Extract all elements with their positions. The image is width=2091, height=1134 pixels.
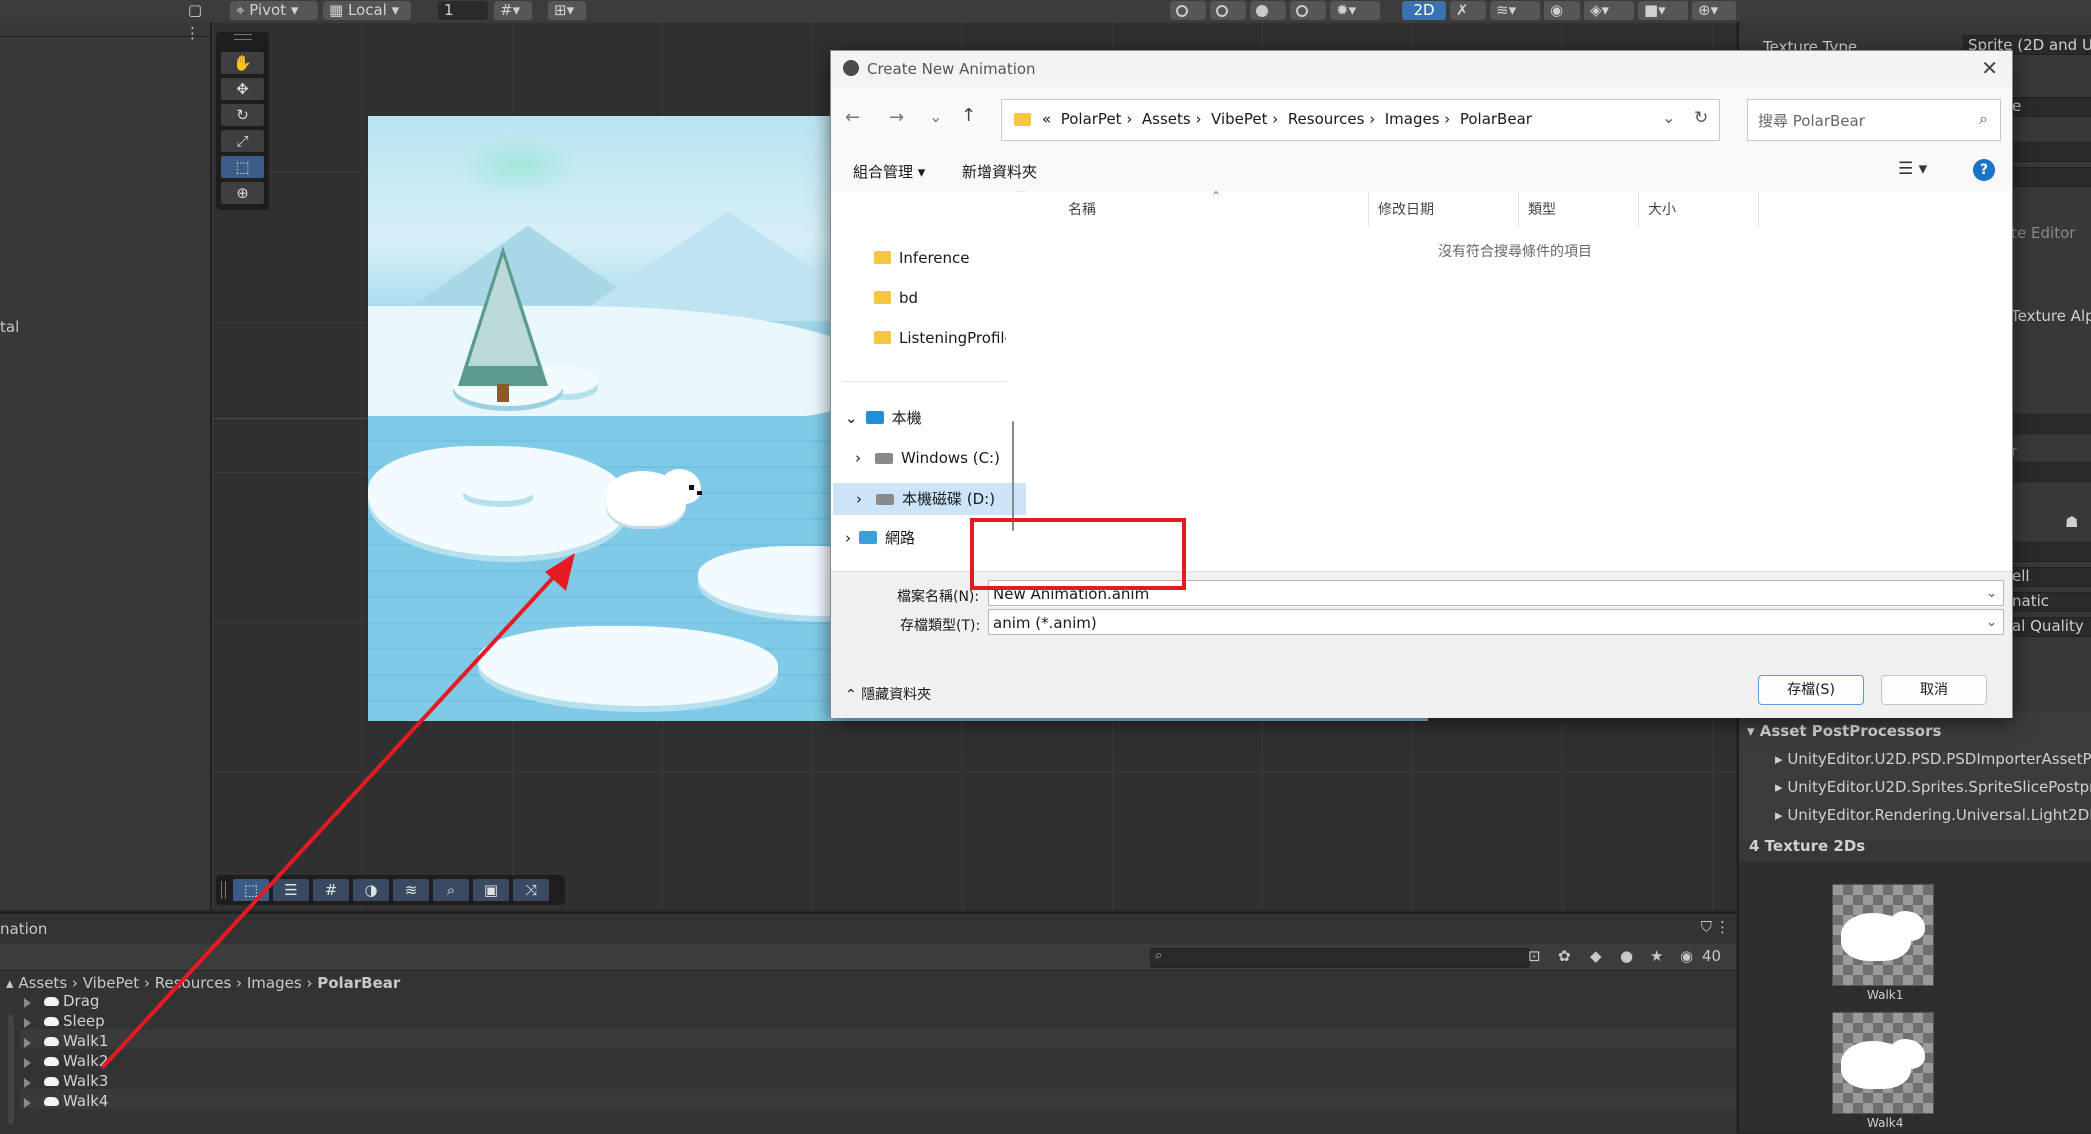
annotation-arrow-overlay — [100, 553, 575, 1070]
annotation-arrow-head — [545, 553, 575, 591]
annotation-arrow-line — [100, 568, 562, 1070]
